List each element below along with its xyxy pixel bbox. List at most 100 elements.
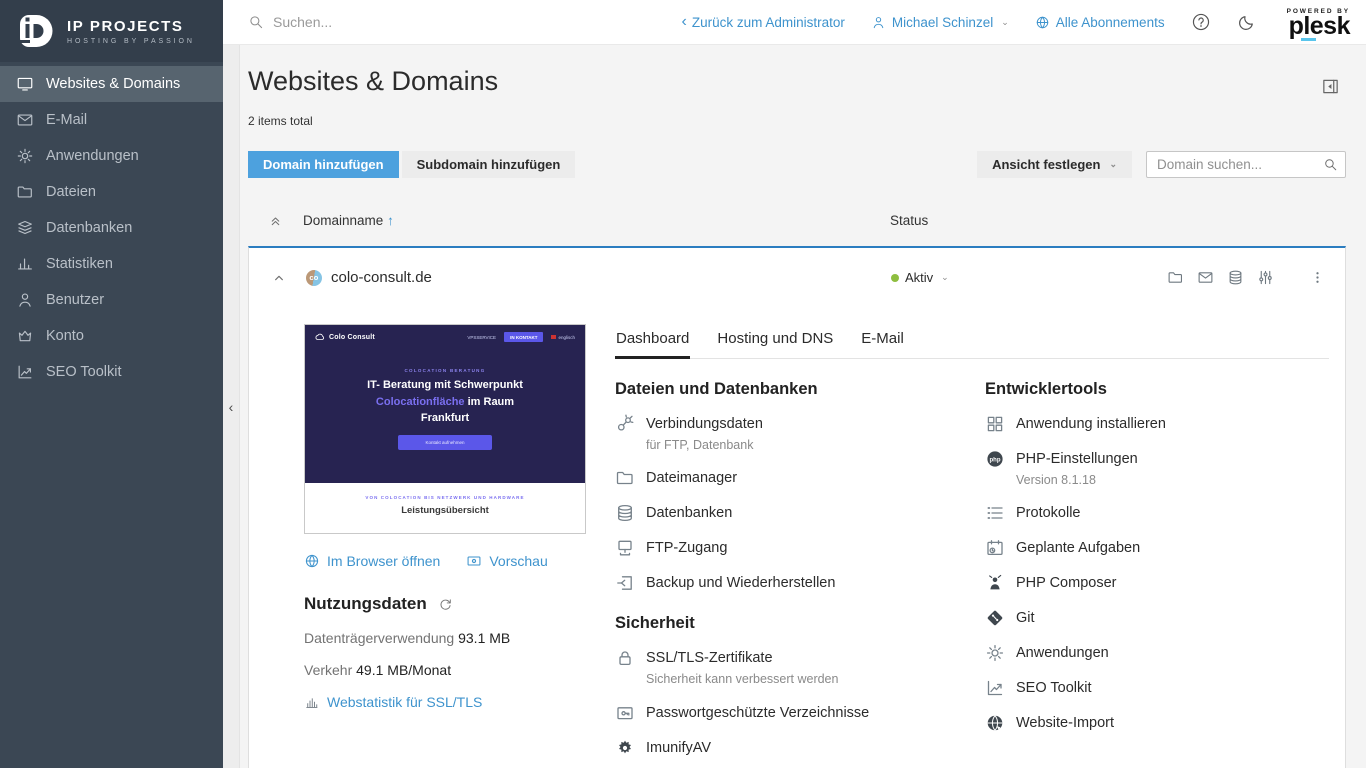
dark-mode-icon[interactable]: [1237, 12, 1257, 32]
feature-item[interactable]: Website-Import: [985, 713, 1329, 733]
open-in-browser-link[interactable]: Im Browser öffnen: [304, 553, 440, 569]
sidebar: IP PROJECTS HOSTING BY PASSION Websites …: [0, 0, 223, 768]
php-icon: php: [985, 449, 1005, 469]
composer-icon: [985, 573, 1005, 593]
domain-card: co colo-consult.de Aktiv ⌄: [248, 246, 1346, 768]
user-menu[interactable]: Michael Schinzel ⌄: [871, 15, 1009, 30]
domain-search-input[interactable]: [1146, 151, 1346, 178]
feature-item[interactable]: FTP-Zugang: [615, 538, 955, 558]
domain-status-badge[interactable]: Aktiv ⌄: [891, 270, 949, 285]
preview-cta-button: Kontakt aufnehmen: [398, 435, 492, 450]
webstats-link[interactable]: Webstatistik für SSL/TLS: [304, 694, 586, 710]
feature-item[interactable]: SEO Toolkit: [985, 678, 1329, 698]
section-heading: Entwicklertools: [985, 380, 1329, 399]
ftp-icon: [615, 538, 635, 558]
seo-icon: [16, 363, 34, 381]
section-devtools: Entwicklertools Anwendung installieren: [985, 380, 1329, 733]
sidebar-item[interactable]: Dateien: [0, 174, 223, 210]
collapse-row-icon[interactable]: [272, 271, 286, 285]
subscriptions-globe-icon: [1035, 15, 1050, 30]
feature-item[interactable]: Datenbanken: [615, 503, 955, 523]
brand-logo[interactable]: IP PROJECTS HOSTING BY PASSION: [0, 0, 223, 62]
section-security: Sicherheit SSL/TLS-ZertifikateSicherheit…: [615, 614, 955, 757]
refresh-icon[interactable]: [438, 597, 453, 612]
subscriptions-menu[interactable]: Alle Abonnements: [1035, 15, 1165, 30]
sidebar-item[interactable]: SEO Toolkit: [0, 354, 223, 390]
collapse-panel-icon[interactable]: [1321, 77, 1340, 96]
feature-item[interactable]: Anwendungen: [985, 643, 1329, 663]
disk-usage: Datenträgerverwendung 93.1 MB: [304, 630, 586, 646]
feature-item[interactable]: Verbindungsdatenfür FTP, Datenbank: [615, 414, 955, 453]
preview-tagline: COLOCATION BERATUNG: [305, 368, 585, 373]
sidebar-item[interactable]: Datenbanken: [0, 210, 223, 246]
preview-site-logo-icon: [315, 333, 325, 341]
sidebar-item[interactable]: E-Mail: [0, 102, 223, 138]
brand-name: IP PROJECTS: [67, 18, 195, 35]
preview-eye-icon: [466, 553, 482, 569]
global-search-input[interactable]: Suchen...: [248, 14, 682, 30]
set-view-button[interactable]: Ansicht festlegen ⌄: [977, 151, 1132, 178]
files-icon: [16, 183, 34, 201]
tab[interactable]: Dashboard: [615, 327, 690, 359]
git-icon: [985, 608, 1005, 628]
add-domain-button[interactable]: Domain hinzufügen: [248, 151, 399, 178]
tab[interactable]: Hosting und DNS: [716, 327, 834, 359]
domain-search-icon[interactable]: [1323, 157, 1338, 172]
feature-item[interactable]: Protokolle: [985, 503, 1329, 523]
import-icon: [985, 713, 1005, 733]
feature-item[interactable]: SSL/TLS-ZertifikateSicherheit kann verbe…: [615, 648, 955, 687]
sidebar-item[interactable]: Anwendungen: [0, 138, 223, 174]
mail-shortcut-icon[interactable]: [1197, 269, 1214, 286]
feature-item[interactable]: php PHP-EinstellungenVersion 8.1.18: [985, 449, 1329, 488]
sort-by-domainname[interactable]: Domainname ↑: [303, 213, 394, 228]
main-content: Websites & Domains 2 items total Domain …: [240, 45, 1366, 768]
stats-icon: [16, 255, 34, 273]
feature-item[interactable]: Dateimanager: [615, 468, 955, 488]
preview-link[interactable]: Vorschau: [466, 553, 547, 569]
sidebar-item[interactable]: Konto: [0, 318, 223, 354]
files-shortcut-icon[interactable]: [1167, 269, 1184, 286]
more-actions-icon[interactable]: [1310, 269, 1325, 286]
back-chevron-icon: ‹: [682, 14, 687, 30]
back-to-admin-link[interactable]: ‹ Zurück zum Administrator: [682, 14, 845, 30]
sidebar-item[interactable]: Statistiken: [0, 246, 223, 282]
feature-item[interactable]: PHP Composer: [985, 573, 1329, 593]
feature-item[interactable]: Backup und Wiederherstellen: [615, 573, 955, 593]
feature-item[interactable]: Git: [985, 608, 1329, 628]
language-flag-icon: [551, 335, 556, 339]
plesk-underline: [1301, 38, 1316, 41]
database-shortcut-icon[interactable]: [1227, 269, 1244, 286]
svg-text:php: php: [990, 457, 1001, 463]
sidebar-item[interactable]: Websites & Domains: [0, 66, 223, 102]
preview-nav-item: SERVICE: [476, 335, 496, 340]
search-icon: [248, 14, 264, 30]
help-icon[interactable]: [1191, 12, 1211, 32]
sidebar-item[interactable]: Benutzer: [0, 282, 223, 318]
logs-icon: [985, 503, 1005, 523]
settings-shortcut-icon[interactable]: [1257, 269, 1274, 286]
feature-item[interactable]: Passwortgeschützte Verzeichnisse: [615, 703, 955, 723]
domain-name-link[interactable]: colo-consult.de: [331, 269, 432, 286]
imunify-icon: [615, 738, 635, 758]
collapse-all-icon[interactable]: [269, 214, 282, 228]
apps-icon: [16, 147, 34, 165]
topbar: Suchen... ‹ Zurück zum Administrator Mic…: [223, 0, 1366, 45]
traffic-usage: Verkehr 49.1 MB/Monat: [304, 662, 586, 678]
sidebar-collapse-handle[interactable]: ‹: [223, 45, 240, 768]
feature-item[interactable]: ImunifyAV: [615, 738, 955, 758]
add-subdomain-button[interactable]: Subdomain hinzufügen: [402, 151, 576, 178]
chevron-down-icon: ⌄: [1109, 159, 1117, 170]
preview-footer-heading: Leistungsübersicht: [305, 505, 585, 516]
folder-icon: [615, 468, 635, 488]
brand-tagline: HOSTING BY PASSION: [67, 38, 195, 45]
databases-icon: [16, 219, 34, 237]
domain-card-header: co colo-consult.de Aktiv ⌄: [249, 248, 1345, 308]
preview-nav-button: IN KONTAKT: [504, 332, 543, 342]
webstats-icon: [304, 695, 319, 710]
feature-item[interactable]: Geplante Aufgaben: [985, 538, 1329, 558]
domain-favicon: co: [306, 270, 322, 286]
brand-mark-icon: [13, 9, 57, 53]
tab[interactable]: E-Mail: [860, 327, 905, 359]
feature-item[interactable]: Anwendung installieren: [985, 414, 1329, 434]
website-preview-thumbnail[interactable]: Colo Consult VPSSERVICE IN KONTAKT engli…: [304, 324, 586, 534]
